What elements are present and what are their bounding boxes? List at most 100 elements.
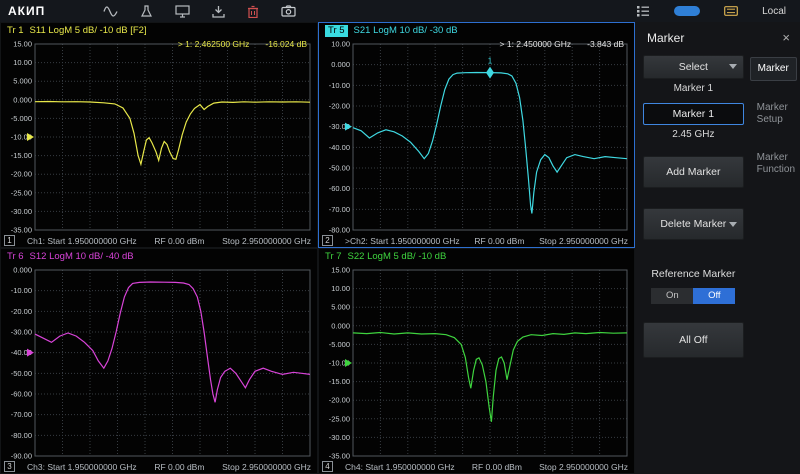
svg-text:-90.00: -90.00	[11, 452, 32, 461]
trace-scale-label: S22 LogM 5 dB/ -10 dB	[348, 251, 447, 263]
footer-start: Ch4: Start 1.950000000 GHz	[345, 462, 455, 472]
panel-title: Marker	[647, 31, 684, 45]
ref-off-button[interactable]: Off	[693, 288, 735, 304]
marker-1-frequency[interactable]: 2.45 GHz	[643, 125, 744, 144]
svg-text:0.000: 0.000	[13, 266, 32, 275]
svg-text:-30.00: -30.00	[11, 207, 32, 216]
marker-1-button[interactable]: Marker 1	[643, 103, 744, 125]
trace-label[interactable]: Tr 5	[325, 25, 348, 37]
panel-number[interactable]: 2	[322, 235, 333, 246]
footer-start: Ch1: Start 1.950000000 GHz	[27, 236, 137, 246]
close-icon[interactable]: ×	[782, 30, 790, 45]
svg-text:15.00: 15.00	[13, 40, 32, 49]
display-icon[interactable]	[175, 5, 190, 18]
channel-3-panel[interactable]: Tr 6 S12 LogM 10 dB/ -40 dB 0.000 -10.00 -…	[0, 248, 318, 474]
svg-text:-10.00: -10.00	[11, 286, 32, 295]
footer-rf: RF 0.00 dBm	[474, 236, 524, 246]
chart-grid: Tr 1 S11 LogM 5 dB/ -10 dB [F2] > 1: 2.4…	[0, 22, 635, 474]
screenshot-camera-icon[interactable]	[281, 5, 296, 17]
trace-scale-label: S21 LogM 10 dB/ -30 dB	[354, 25, 458, 37]
svg-text:5.000: 5.000	[331, 303, 350, 312]
trace-header: Tr 5 S21 LogM 10 dB/ -30 dB	[319, 23, 634, 37]
svg-text:-70.00: -70.00	[11, 410, 32, 419]
svg-text:-35.00: -35.00	[329, 452, 350, 461]
brand-logo: АКИП	[8, 4, 45, 18]
tab-marker-function[interactable]: Marker Function	[750, 147, 797, 181]
footer-stop: Stop 2.950000000 GHz	[222, 462, 311, 472]
reference-marker-label: Reference Marker	[643, 268, 744, 280]
panel-number[interactable]: 3	[4, 461, 15, 472]
svg-text:-30.00: -30.00	[329, 433, 350, 442]
footer-start: Ch3: Start 1.950000000 GHz	[27, 462, 137, 472]
svg-text:10.00: 10.00	[331, 284, 350, 293]
panel-number[interactable]: 1	[4, 235, 15, 246]
svg-text:-30.00: -30.00	[11, 328, 32, 337]
svg-text:-50.00: -50.00	[329, 164, 350, 173]
plot-area[interactable]: 0.000-10.00-20.00-30.00-40.00-50.00-60.0…	[1, 265, 317, 460]
reference-marker-toggle: On Off	[643, 288, 744, 304]
trace-label[interactable]: Tr 7	[325, 251, 342, 263]
marker-tab-rail: Marker Marker Setup Marker Function	[744, 57, 800, 358]
channel-1-panel[interactable]: Tr 1 S11 LogM 5 dB/ -10 dB [F2] > 1: 2.4…	[0, 22, 318, 248]
svg-text:-80.00: -80.00	[11, 431, 32, 440]
footer-rf: RF 0.00 dBm	[154, 462, 204, 472]
svg-text:-5.000: -5.000	[329, 340, 350, 349]
svg-text:-25.00: -25.00	[329, 414, 350, 423]
svg-text:-60.00: -60.00	[11, 390, 32, 399]
tab-marker-setup[interactable]: Marker Setup	[750, 97, 797, 131]
channel-2-panel[interactable]: Tr 5 S21 LogM 10 dB/ -30 dB > 1: 2.45000…	[318, 22, 635, 248]
waveform-icon[interactable]	[103, 5, 118, 18]
ref-on-button[interactable]: On	[651, 288, 693, 304]
svg-text:-20.00: -20.00	[329, 396, 350, 405]
keyboard-icon[interactable]	[724, 6, 738, 16]
touch-toggle[interactable]	[674, 6, 700, 16]
menu-list-icon[interactable]	[636, 5, 650, 17]
footer-rf: RF 0.00 dBm	[472, 462, 522, 472]
panel-number[interactable]: 4	[322, 461, 333, 472]
svg-text:-15.00: -15.00	[11, 151, 32, 160]
svg-text:15.00: 15.00	[331, 266, 350, 275]
footer-stop: Stop 2.950000000 GHz	[539, 236, 628, 246]
plot-area[interactable]: 15.0010.005.0000.000-5.000-10.00-15.00-2…	[1, 39, 317, 234]
footer-rf: RF 0.00 dBm	[154, 236, 204, 246]
flask-icon[interactable]	[140, 5, 153, 18]
svg-text:-20.00: -20.00	[11, 307, 32, 316]
select-marker-dropdown[interactable]: Select	[643, 55, 744, 79]
svg-text:10.00: 10.00	[13, 58, 32, 67]
tab-marker[interactable]: Marker	[750, 57, 797, 81]
svg-text:5.000: 5.000	[13, 77, 32, 86]
trace-header: Tr 6 S12 LogM 10 dB/ -40 dB	[1, 249, 317, 263]
svg-text:-70.00: -70.00	[329, 205, 350, 214]
channel-footer: 4 Ch4: Start 1.950000000 GHz RF 0.00 dBm…	[319, 460, 634, 473]
svg-text:1: 1	[488, 57, 493, 66]
svg-text:-40.00: -40.00	[329, 143, 350, 152]
preset-trash-icon[interactable]	[247, 5, 259, 18]
channel-footer: 2 >Ch2: Start 1.950000000 GHz RF 0.00 dB…	[319, 234, 634, 247]
footer-start: >Ch2: Start 1.950000000 GHz	[345, 236, 460, 246]
add-marker-button[interactable]: Add Marker	[643, 156, 744, 188]
all-off-button[interactable]: All Off	[643, 322, 744, 358]
chevron-down-icon	[729, 64, 737, 69]
trace-scale-label: S11 LogM 5 dB/ -10 dB [F2]	[30, 25, 147, 37]
marker-panel: Marker × Select Marker 1 Marker 1 2.45 G…	[635, 22, 800, 474]
plot-area[interactable]: 15.0010.005.0000.000-5.000-10.00-15.00-2…	[319, 265, 634, 460]
save-icon[interactable]	[212, 5, 225, 18]
local-mode-label[interactable]: Local	[762, 6, 786, 17]
svg-text:0.000: 0.000	[331, 60, 350, 69]
svg-text:-50.00: -50.00	[11, 369, 32, 378]
svg-text:0.000: 0.000	[13, 95, 32, 104]
delete-marker-dropdown[interactable]: Delete Marker	[643, 208, 744, 240]
plot-area[interactable]: 10.000.000-10.00-20.00-30.00-40.00-50.00…	[319, 39, 634, 234]
svg-text:10.00: 10.00	[331, 40, 350, 49]
svg-text:-20.00: -20.00	[11, 170, 32, 179]
svg-text:-80.00: -80.00	[329, 226, 350, 235]
channel-4-panel[interactable]: Tr 7 S22 LogM 5 dB/ -10 dB 15.00 10.00 5.0…	[318, 248, 635, 474]
svg-text:0.000: 0.000	[331, 321, 350, 330]
top-toolbar: АКИП Local	[0, 0, 800, 22]
trace-label[interactable]: Tr 6	[7, 251, 24, 263]
trace-scale-label: S12 LogM 10 dB/ -40 dB	[30, 251, 134, 263]
trace-header: Tr 1 S11 LogM 5 dB/ -10 dB [F2]	[1, 23, 317, 37]
trace-header: Tr 7 S22 LogM 5 dB/ -10 dB	[319, 249, 634, 263]
footer-stop: Stop 2.950000000 GHz	[222, 236, 311, 246]
trace-label[interactable]: Tr 1	[7, 25, 24, 37]
